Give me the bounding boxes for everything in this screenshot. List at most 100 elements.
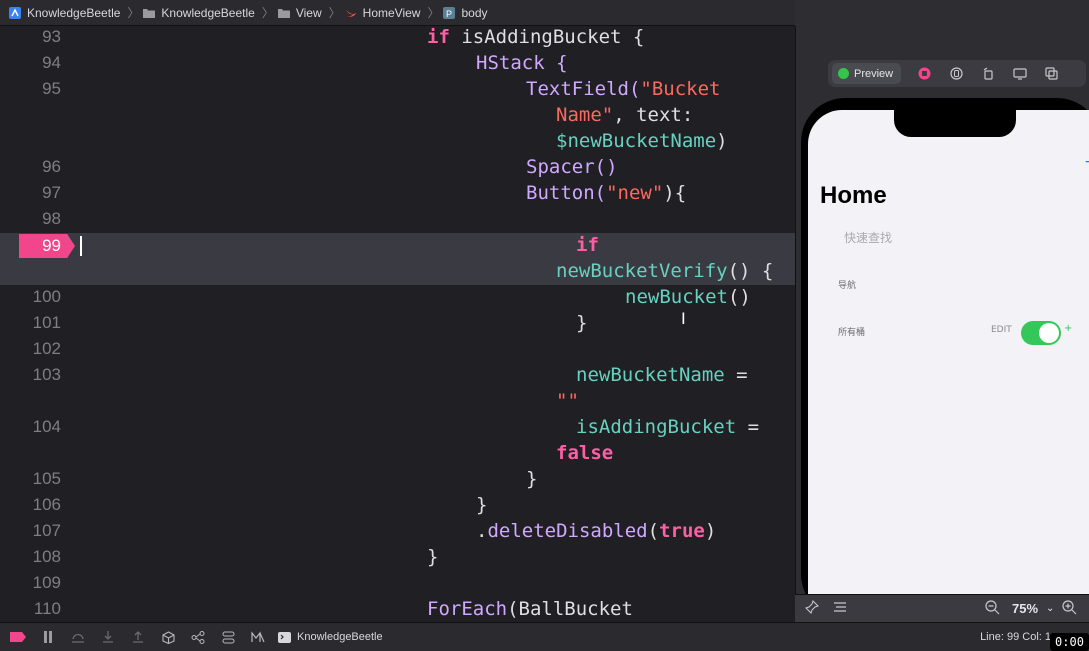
code-line-106: }: [476, 494, 487, 516]
code-token: }: [576, 312, 588, 334]
step-into-icon: [103, 631, 113, 643]
code-token: "Bucket: [640, 78, 721, 100]
breadcrumb-symbol[interactable]: P body: [442, 5, 488, 20]
breakpoints-toggle-button[interactable]: [10, 630, 26, 644]
code-token: "new": [606, 182, 664, 204]
record-button[interactable]: [915, 66, 933, 82]
search-field[interactable]: 快速查找: [844, 229, 892, 246]
duplicate-button[interactable]: [1043, 66, 1061, 82]
line-number: 105: [32, 469, 61, 488]
all-buckets-header: 所有桶: [838, 328, 866, 338]
preview-canvas[interactable]: Preview + Home 快速查找 导航 所有桶 EDIT +: [795, 26, 1089, 594]
environment-overrides-button[interactable]: [220, 630, 236, 644]
line-number: 97: [42, 183, 61, 202]
simulate-location-button[interactable]: [250, 630, 266, 644]
location-icon: [251, 631, 265, 643]
code-editor[interactable]: 93 94 95 96 97 98 99 100 101 102 103 104…: [0, 26, 795, 622]
folder-icon: [277, 8, 290, 18]
edit-button[interactable]: EDIT: [991, 325, 1012, 335]
zoom-out-button[interactable]: [985, 599, 1000, 618]
zoom-in-button[interactable]: [1062, 599, 1077, 618]
breadcrumb-file[interactable]: HomeView: [344, 6, 420, 20]
pause-button[interactable]: [40, 630, 56, 644]
breadcrumb-project[interactable]: KnowledgeBeetle: [8, 6, 120, 20]
breadcrumb-group[interactable]: KnowledgeBeetle: [142, 6, 255, 20]
code-token: isAddingBucket: [576, 416, 737, 438]
chevron-down-icon[interactable]: ⌄: [1046, 603, 1054, 614]
add-icon[interactable]: +: [1084, 154, 1089, 170]
code-line-103: newBucketName =: [576, 364, 748, 386]
code-line-96: Spacer(): [526, 156, 618, 178]
preview-top-band: [795, 0, 1089, 26]
step-out-button[interactable]: [130, 630, 146, 644]
code-line-110: ForEach(BallBucket: [427, 598, 633, 620]
code-token: newBucket: [625, 286, 728, 308]
code-line-94: HStack {: [476, 52, 568, 74]
code-token: true: [659, 520, 705, 542]
home-title: Home: [820, 182, 887, 209]
debug-bar: KnowledgeBeetle Line: 99 Col: 1: [0, 622, 1089, 651]
code-line-107: .deleteDisabled(true): [476, 520, 716, 542]
breadcrumb-folder[interactable]: View: [277, 6, 322, 20]
terminal-icon: [278, 631, 291, 643]
breakpoint-marker[interactable]: 99: [19, 234, 75, 258]
device-screen[interactable]: + Home 快速查找 导航 所有桶 EDIT +: [808, 110, 1089, 594]
view-hierarchy-button[interactable]: [160, 630, 176, 644]
code-line-104-wrap: false: [556, 442, 613, 464]
code-line-108: }: [427, 546, 438, 568]
code-token: ): [716, 130, 728, 152]
code-token: (BallBucket: [507, 598, 633, 620]
inspect-icon: [950, 67, 963, 80]
code-token: deleteDisabled: [487, 520, 648, 542]
zoom-out-icon: [985, 599, 1000, 614]
code-token: }: [476, 494, 488, 516]
code-token: if: [576, 234, 599, 256]
zoom-level[interactable]: 75%: [1012, 601, 1038, 616]
code-token: ){: [663, 182, 687, 204]
line-number: 94: [42, 53, 61, 72]
pin-button[interactable]: [804, 599, 820, 617]
breadcrumb-symbol-label: body: [461, 5, 488, 20]
rotate-button[interactable]: [979, 66, 997, 82]
device-notch: [894, 110, 1016, 137]
memory-graph-button[interactable]: [190, 630, 206, 644]
variants-button[interactable]: [833, 600, 847, 617]
code-token: .: [476, 520, 488, 542]
line-number: 107: [32, 521, 61, 540]
rotate-icon: [983, 67, 993, 80]
line-number: 95: [42, 79, 61, 98]
code-line-95-wrap2: $newBucketName): [556, 130, 728, 152]
code-line-95: TextField("Bucket: [526, 78, 720, 100]
code-token: ForEach: [427, 598, 508, 620]
chevron-right-icon: 〉: [328, 6, 341, 20]
preview-live-button[interactable]: Preview: [832, 63, 902, 84]
code-token: (: [647, 520, 660, 542]
device-settings-button[interactable]: [1011, 66, 1029, 82]
sliders-icon: [222, 631, 234, 643]
scheme-target[interactable]: KnowledgeBeetle: [278, 631, 383, 643]
preview-toolbar: Preview: [828, 60, 1086, 87]
code-token: newBucketVerify: [556, 260, 728, 282]
breadcrumb-folder-label: View: [295, 5, 322, 20]
add-bucket-icon[interactable]: +: [1064, 323, 1072, 334]
line-number: 102: [32, 339, 61, 358]
code-token: $newBucketName: [556, 130, 717, 152]
step-over-button[interactable]: [70, 630, 86, 644]
step-into-button[interactable]: [100, 630, 116, 644]
code-line-101: }: [576, 312, 587, 334]
step-out-icon: [133, 631, 143, 643]
adding-bucket-toggle[interactable]: [1021, 321, 1061, 345]
list-icon: [834, 602, 846, 612]
inspect-button[interactable]: [947, 66, 965, 82]
pause-icon: [44, 631, 52, 643]
code-token: () {: [727, 260, 774, 282]
text-cursor-icon: I: [681, 309, 686, 328]
line-number: 110: [33, 599, 61, 618]
line-number: 103: [32, 365, 61, 384]
line-number: 93: [42, 27, 61, 46]
scheme-label: KnowledgeBeetle: [297, 631, 383, 643]
code-line-95-wrap: Name", text:: [556, 104, 693, 126]
line-number: 109: [32, 573, 61, 592]
zoom-in-icon: [1062, 599, 1077, 614]
line-column-indicator: Line: 99 Col: 1: [980, 631, 1051, 643]
